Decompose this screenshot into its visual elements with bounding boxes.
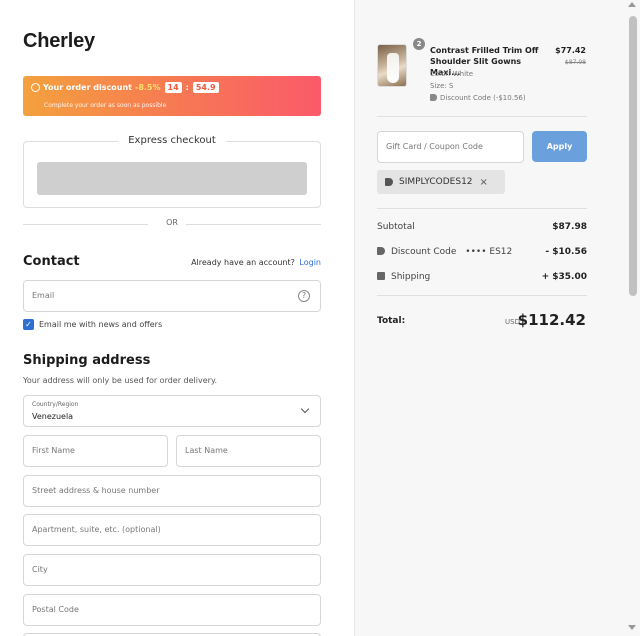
shipping-heading: Shipping address [23, 353, 151, 368]
country-value: Venezuela [32, 412, 74, 421]
product-old-price: $87.98 [565, 59, 586, 66]
product-price: $77.42 [555, 46, 586, 55]
divider [377, 208, 587, 209]
login-link[interactable]: Login [299, 258, 321, 267]
discount-value: - $10.56 [545, 247, 587, 257]
last-name-field[interactable]: Last Name [176, 435, 321, 467]
newsletter-checkbox[interactable]: ✓ [23, 319, 34, 330]
product-discount: Discount Code (-$10.56) [430, 94, 526, 102]
street-field[interactable]: Street address & house number [23, 475, 321, 507]
scroll-up-arrow[interactable] [628, 2, 636, 7]
last-name-placeholder: Last Name [185, 446, 228, 455]
city-field[interactable]: City [23, 554, 321, 586]
tag-icon [377, 247, 385, 255]
first-name-placeholder: First Name [32, 446, 75, 455]
coupon-placeholder: Gift Card / Coupon Code [386, 142, 483, 151]
express-checkout-box: Express checkout [23, 135, 321, 208]
subtotal-row: Subtotal $87.98 [377, 222, 587, 232]
discount-row: Discount Code •••• ES12 - $10.56 [377, 247, 587, 257]
coupon-input[interactable]: Gift Card / Coupon Code [377, 131, 524, 163]
chevron-down-icon [300, 404, 310, 414]
tag-icon [430, 94, 437, 101]
product-thumbnail [377, 44, 407, 87]
first-name-field[interactable]: First Name [23, 435, 168, 467]
discount-label: Discount Code [391, 247, 457, 257]
applied-coupon-code: SIMPLYCODES12 [399, 177, 473, 187]
email-placeholder: Email [32, 291, 55, 300]
apartment-placeholder: Apartment, suite, etc. (optional) [32, 525, 161, 534]
timer-seconds: 54.9 [192, 82, 219, 93]
discount-banner-subtitle: Complete your order as soon as possible [44, 102, 167, 109]
express-pay-button[interactable] [37, 162, 307, 195]
postal-code-field[interactable]: Postal Code [23, 594, 321, 626]
scroll-down-arrow[interactable] [628, 625, 636, 630]
apply-button[interactable]: Apply [532, 131, 587, 162]
discount-banner: Your order discount -8.5% 14 : 54.9 Comp… [23, 76, 321, 116]
divider [377, 116, 587, 117]
shipping-label: Shipping [391, 272, 431, 282]
newsletter-label[interactable]: Email me with news and offers [39, 320, 162, 329]
discount-code: •••• ES12 [465, 247, 513, 257]
product-size: Size: S [430, 82, 454, 90]
order-summary-panel: 2 Contrast Frilled Trim Off Shoulder Sli… [354, 0, 640, 636]
product-color: Color: White [430, 70, 474, 78]
postal-placeholder: Postal Code [32, 605, 79, 614]
shipping-row: Shipping + $35.00 [377, 272, 587, 282]
or-divider: OR [23, 218, 321, 230]
email-field[interactable]: Email ? [23, 280, 321, 312]
discount-banner-line: Your order discount -8.5% 14 : 54.9 [31, 82, 219, 93]
checkout-form-panel: Cherley Your order discount -8.5% 14 : 5… [0, 0, 354, 636]
country-select[interactable]: Country/Region Venezuela [23, 395, 321, 427]
close-icon[interactable]: × [480, 177, 488, 188]
divider-line [23, 224, 148, 225]
discount-banner-title: Your order discount [43, 83, 132, 92]
discount-percent: -8.5% [135, 83, 161, 92]
subtotal-label: Subtotal [377, 222, 415, 232]
or-text: OR [166, 218, 178, 227]
shipping-subtitle: Your address will only be used for order… [23, 376, 218, 385]
city-placeholder: City [32, 565, 48, 574]
shipping-value: + $35.00 [541, 272, 587, 282]
account-prompt: Already have an account? Login [191, 258, 321, 267]
timer-separator: : [185, 83, 189, 92]
total-label: Total: [377, 316, 406, 326]
divider [377, 295, 587, 296]
help-icon[interactable]: ? [298, 290, 310, 302]
apartment-field[interactable]: Apartment, suite, etc. (optional) [23, 514, 321, 546]
divider-line [186, 224, 321, 225]
total-value: $112.42 [517, 311, 586, 329]
express-checkout-title: Express checkout [118, 135, 226, 146]
applied-coupon-chip: SIMPLYCODES12 × [377, 170, 505, 194]
scrollbar-thumb[interactable] [629, 16, 637, 296]
dress-image [387, 53, 399, 83]
account-text: Already have an account? [191, 258, 295, 267]
timer-minutes: 14 [164, 82, 182, 93]
clock-icon [31, 83, 40, 92]
subtotal-value: $87.98 [552, 222, 587, 232]
tag-icon [385, 178, 393, 186]
street-placeholder: Street address & house number [32, 486, 160, 495]
store-logo[interactable]: Cherley [23, 30, 95, 53]
product-discount-text: Discount Code (-$10.56) [440, 94, 526, 102]
contact-heading: Contact [23, 254, 80, 269]
country-label: Country/Region [32, 401, 79, 408]
truck-icon [377, 272, 385, 280]
quantity-badge: 2 [413, 38, 425, 50]
